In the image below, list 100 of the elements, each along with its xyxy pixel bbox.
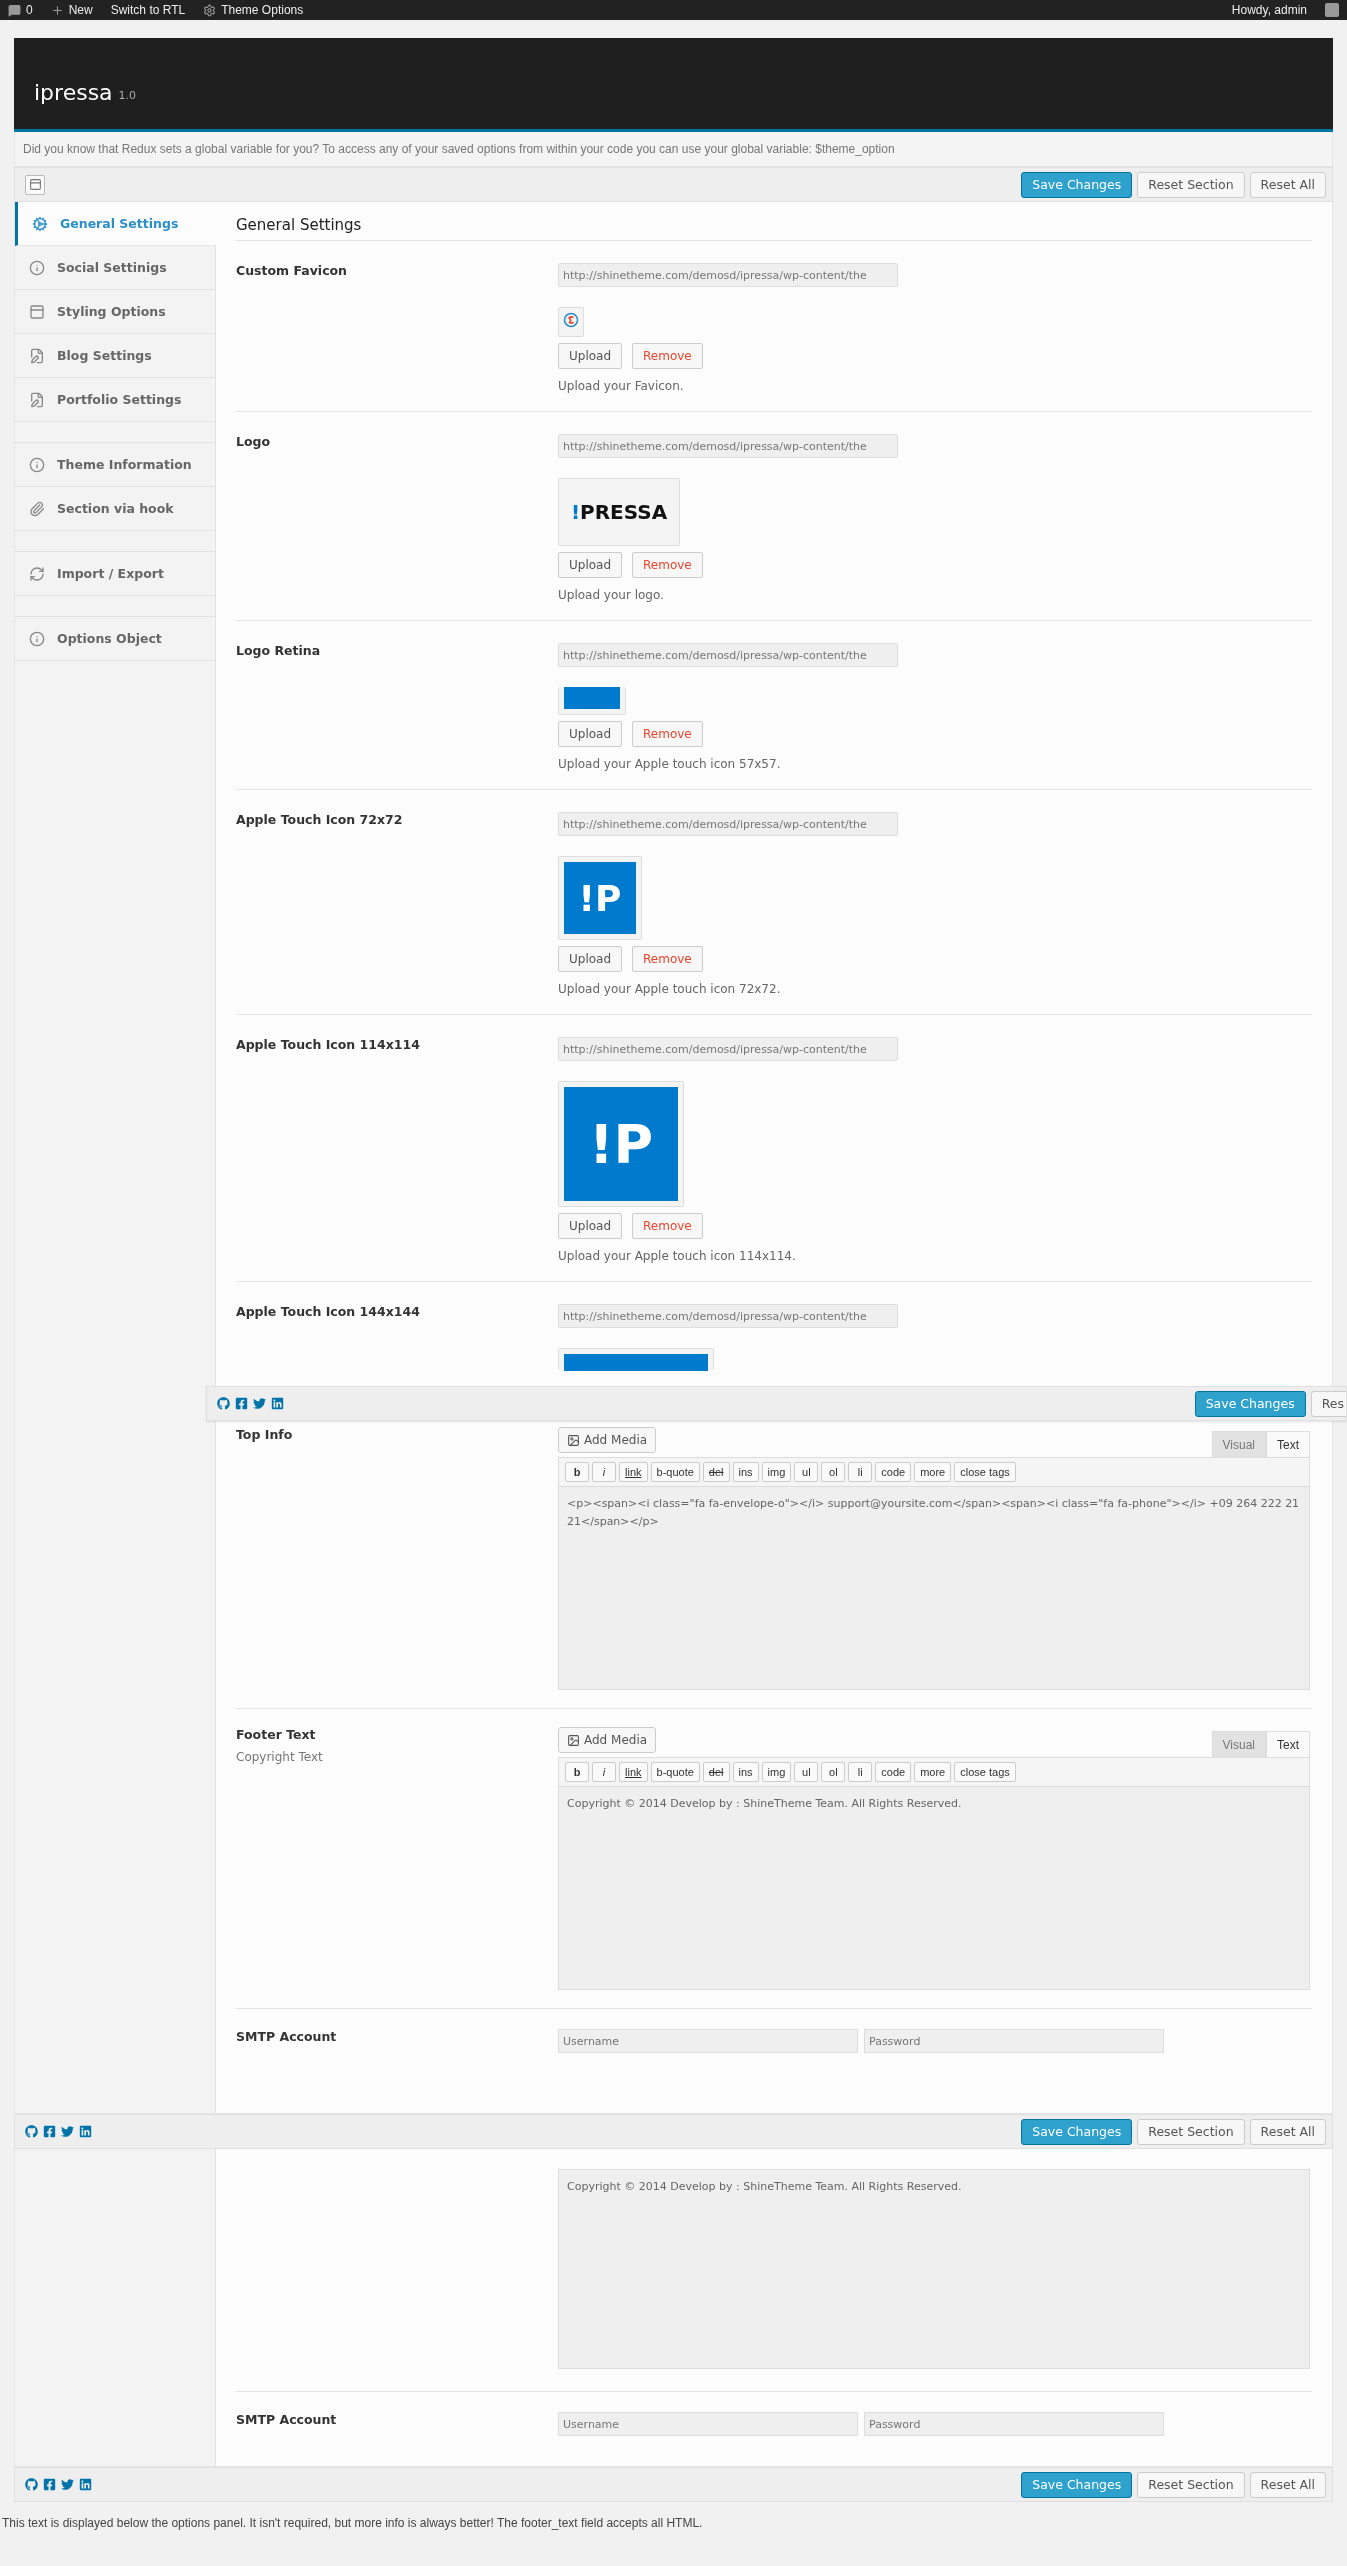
reset-button[interactable]: Res bbox=[1310, 1390, 1346, 1417]
github-icon[interactable] bbox=[25, 2125, 38, 2138]
quicktag-button[interactable]: ol bbox=[821, 1762, 846, 1782]
quicktag-button[interactable]: code bbox=[875, 1762, 912, 1782]
quicktag-button[interactable]: b-quote bbox=[650, 1462, 700, 1482]
editor-textarea[interactable]: <p><span><i class="fa fa-envelope-o"></i> support@yoursite.com</span><span><i class="fa fa-phone"></i> +09 264 222 21 21</span></p> bbox=[558, 1486, 1310, 1690]
add-media-button[interactable]: Add Media bbox=[558, 1727, 657, 1753]
quicktag-button[interactable]: more bbox=[914, 1462, 952, 1482]
linkedin-icon[interactable] bbox=[271, 1397, 284, 1410]
quicktag-button[interactable]: li bbox=[848, 1462, 873, 1482]
sidebar-item[interactable]: Styling Options bbox=[15, 290, 215, 334]
remove-button[interactable]: Remove bbox=[632, 343, 703, 369]
quicktag-button[interactable]: del bbox=[702, 1462, 730, 1482]
reset-button[interactable]: Reset Section bbox=[1137, 171, 1245, 198]
notice-text: Did you know that Redux sets a global variable for you? To access any of your saved options from within your code you can use your global variable: $theme_option bbox=[14, 132, 1333, 167]
sidebar-item[interactable]: Section via hook bbox=[15, 487, 215, 531]
url-field[interactable]: http://shinetheme.com/demosd/ipressa/wp-content/the bbox=[558, 812, 898, 836]
quicktag-button[interactable]: i bbox=[592, 1762, 616, 1782]
username-field[interactable]: Username bbox=[558, 2412, 858, 2436]
reset-button[interactable]: Reset All bbox=[1249, 2118, 1326, 2145]
info-icon bbox=[29, 456, 45, 473]
facebook-icon[interactable] bbox=[43, 2478, 56, 2491]
quicktag-button[interactable]: close tags bbox=[954, 1762, 1016, 1782]
remove-button[interactable]: Remove bbox=[632, 721, 703, 747]
url-field[interactable]: http://shinetheme.com/demosd/ipressa/wp-content/the bbox=[558, 434, 898, 458]
add-media-button[interactable]: Add Media bbox=[558, 1427, 657, 1453]
twitter-icon[interactable] bbox=[253, 1397, 266, 1410]
url-field[interactable]: http://shinetheme.com/demosd/ipressa/wp-content/the bbox=[558, 643, 898, 667]
linkedin-icon[interactable] bbox=[79, 2478, 92, 2491]
upload-button[interactable]: Upload bbox=[558, 946, 623, 972]
gear-icon bbox=[32, 215, 48, 232]
github-icon[interactable] bbox=[217, 1397, 230, 1410]
quicktag-button[interactable]: ul bbox=[794, 1762, 819, 1782]
quicktag-button[interactable]: link bbox=[619, 1762, 648, 1782]
editor-tab[interactable]: Visual bbox=[1211, 1431, 1266, 1457]
upload-button[interactable]: Upload bbox=[558, 721, 623, 747]
sidebar-item[interactable]: Social Settinigs bbox=[15, 246, 215, 290]
upload-button[interactable]: Upload bbox=[558, 1213, 623, 1239]
quicktag-button[interactable]: img bbox=[761, 1462, 792, 1482]
quicktag-button[interactable]: more bbox=[914, 1762, 952, 1782]
logo-preview bbox=[558, 687, 626, 715]
upload-button[interactable]: Upload bbox=[558, 552, 623, 578]
edit-icon bbox=[29, 391, 45, 408]
sidebar-item[interactable]: Portfolio Settings bbox=[15, 378, 215, 422]
upload-button[interactable]: Upload bbox=[558, 343, 623, 369]
facebook-icon[interactable] bbox=[235, 1397, 248, 1410]
remove-button[interactable]: Remove bbox=[632, 946, 703, 972]
sidebar-item[interactable]: Options Object bbox=[15, 617, 215, 661]
version-label: 1.0 bbox=[118, 89, 137, 102]
editor-tab[interactable]: Text bbox=[1266, 1731, 1310, 1757]
url-field[interactable]: http://shinetheme.com/demosd/ipressa/wp-content/the bbox=[558, 263, 898, 287]
quicktag-button[interactable]: li bbox=[848, 1762, 873, 1782]
quicktag-button[interactable]: b bbox=[565, 1462, 589, 1482]
editor-tab[interactable]: Visual bbox=[1211, 1731, 1266, 1757]
facebook-icon[interactable] bbox=[43, 2125, 56, 2138]
sidebar-item[interactable]: Blog Settings bbox=[15, 334, 215, 378]
editor-textarea[interactable]: Copyright © 2014 Develop by : ShineTheme Team. All Rights Reserved. bbox=[558, 2169, 1310, 2369]
editor-tab[interactable]: Text bbox=[1266, 1431, 1310, 1457]
sidebar-item[interactable]: Import / Export bbox=[15, 552, 215, 596]
sidebar-item[interactable]: Theme Information bbox=[15, 443, 215, 487]
reset-button[interactable]: Reset All bbox=[1249, 171, 1326, 198]
url-field[interactable]: http://shinetheme.com/demosd/ipressa/wp-content/the bbox=[558, 1304, 898, 1328]
field-description: Upload your Apple touch icon 72x72. bbox=[558, 982, 781, 996]
reset-button[interactable]: Reset All bbox=[1249, 2471, 1326, 2498]
icon-preview: !P bbox=[558, 856, 642, 940]
password-field[interactable]: Password bbox=[864, 2412, 1164, 2436]
account-greeting[interactable]: Howdy, admin bbox=[1231, 3, 1307, 17]
reset-button[interactable]: Reset Section bbox=[1137, 2118, 1245, 2145]
admin-bar-item[interactable]: 0 bbox=[8, 3, 33, 17]
reset-button[interactable]: Reset Section bbox=[1137, 2471, 1245, 2498]
quicktag-button[interactable]: link bbox=[619, 1462, 648, 1482]
remove-button[interactable]: Remove bbox=[632, 552, 703, 578]
remove-button[interactable]: Remove bbox=[632, 1213, 703, 1239]
layout-icon bbox=[29, 303, 45, 320]
sidebar-item[interactable]: General Settings bbox=[15, 202, 216, 246]
quicktag-button[interactable]: i bbox=[592, 1462, 616, 1482]
quicktag-button[interactable]: code bbox=[875, 1462, 912, 1482]
quicktag-button[interactable]: ins bbox=[732, 1762, 759, 1782]
username-field[interactable]: Username bbox=[558, 2029, 858, 2053]
password-field[interactable]: Password bbox=[864, 2029, 1164, 2053]
admin-bar-item[interactable]: New bbox=[50, 3, 93, 17]
quicktag-button[interactable]: del bbox=[702, 1762, 730, 1782]
editor-textarea[interactable]: Copyright © 2014 Develop by : ShineTheme Team. All Rights Reserved. bbox=[558, 1786, 1310, 1990]
twitter-icon[interactable] bbox=[61, 2125, 74, 2138]
twitter-icon[interactable] bbox=[61, 2478, 74, 2491]
quicktag-button[interactable]: close tags bbox=[954, 1462, 1016, 1482]
quicktag-button[interactable]: ol bbox=[821, 1462, 846, 1482]
url-field[interactable]: http://shinetheme.com/demosd/ipressa/wp-content/the bbox=[558, 1037, 898, 1061]
quicktag-button[interactable]: b-quote bbox=[650, 1762, 700, 1782]
quicktag-button[interactable]: ins bbox=[732, 1462, 759, 1482]
quicktag-button[interactable]: ul bbox=[794, 1462, 819, 1482]
admin-bar-item[interactable]: Theme Options bbox=[203, 3, 304, 17]
quicktag-button[interactable]: b bbox=[565, 1762, 589, 1782]
linkedin-icon[interactable] bbox=[79, 2125, 92, 2138]
quicktag-button[interactable]: img bbox=[761, 1762, 792, 1782]
field-sublabel: Copyright Text bbox=[236, 1750, 324, 1764]
admin-bar-item[interactable]: Switch to RTL bbox=[110, 3, 186, 17]
github-icon[interactable] bbox=[25, 2478, 38, 2491]
layout-toggle-icon[interactable] bbox=[25, 174, 45, 195]
field-label: Apple Touch Icon 144x144 bbox=[236, 1304, 421, 1319]
